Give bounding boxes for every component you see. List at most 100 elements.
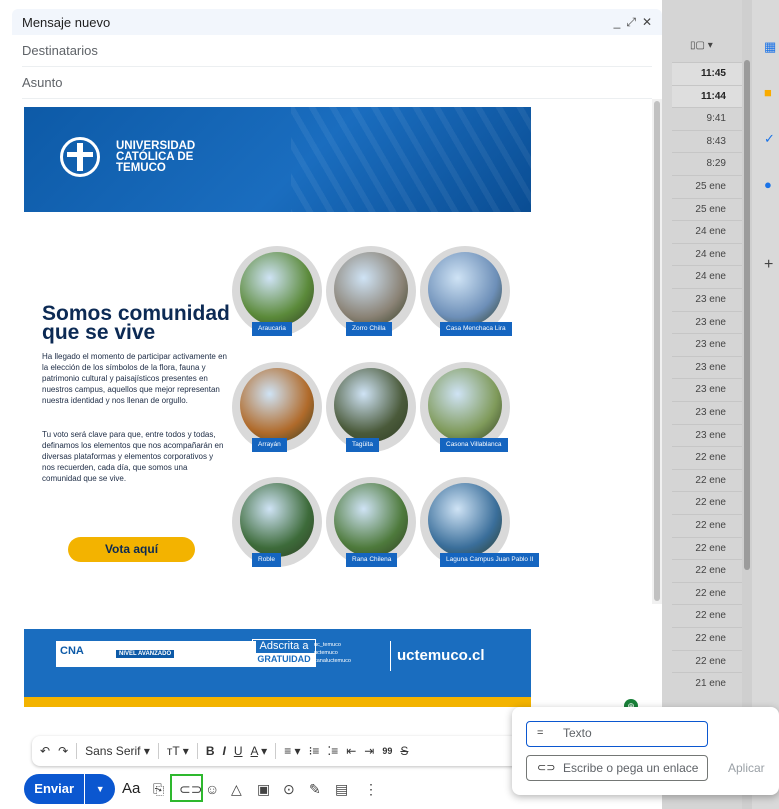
- inbox-row-time[interactable]: 8:29: [672, 152, 742, 175]
- photo-image: [334, 252, 408, 326]
- link-text-placeholder: Texto: [563, 726, 592, 740]
- inbox-row-time[interactable]: 22 ene: [672, 514, 742, 537]
- inbox-row-time[interactable]: 24 ene: [672, 265, 742, 288]
- link-text-input[interactable]: = Texto: [526, 721, 708, 747]
- inbox-row-time[interactable]: 22 ene: [672, 536, 742, 560]
- inbox-row-time[interactable]: 22 ene: [672, 581, 742, 605]
- email-banner: UNIVERSIDAD CATÓLICA DE TEMUCO: [24, 107, 531, 212]
- link-url-input[interactable]: ⊂⊃ Escribe o pega un enlace: [526, 755, 708, 781]
- attach-icon[interactable]: ⎘: [153, 779, 164, 799]
- send-options-icon[interactable]: ▼: [85, 774, 115, 804]
- drive-icon[interactable]: △: [231, 779, 242, 799]
- symbol-photo: Casa Menchaca Lira: [420, 246, 512, 336]
- photo-image: [240, 483, 314, 557]
- inbox-row-time[interactable]: 22 ene: [672, 604, 742, 627]
- expand-icon[interactable]: ⤢: [626, 15, 636, 30]
- inbox-row-time[interactable]: 24 ene: [672, 220, 742, 243]
- inbox-row-time[interactable]: 23 ene: [672, 288, 742, 311]
- quote-icon[interactable]: 99: [382, 746, 392, 756]
- symbol-photo: Roble: [232, 477, 322, 567]
- link-url-placeholder: Escribe o pega un enlace: [563, 761, 699, 775]
- inbox-row-time[interactable]: 22 ene: [672, 491, 742, 514]
- emoji-icon[interactable]: ☺: [205, 779, 219, 799]
- inbox-row-time[interactable]: 23 ene: [672, 333, 742, 356]
- inbox-row-time[interactable]: 25 ene: [672, 175, 742, 198]
- inbox-row-time[interactable]: 11:44: [672, 84, 742, 108]
- inbox-row-time[interactable]: 23 ene: [672, 355, 742, 379]
- inbox-row-time[interactable]: 23 ene: [672, 401, 742, 424]
- photo-caption: Tagüita: [346, 438, 379, 452]
- add-addon-icon[interactable]: +: [764, 257, 773, 273]
- inbox-row-time[interactable]: 8:43: [672, 129, 742, 153]
- recipients-placeholder: Destinatarios: [22, 43, 98, 58]
- inbox-row-time[interactable]: 25 ene: [672, 197, 742, 221]
- minimize-icon[interactable]: _: [614, 15, 621, 30]
- bulleted-list-icon[interactable]: ⁚≡: [327, 744, 338, 758]
- inbox-row-time[interactable]: 22 ene: [672, 559, 742, 582]
- italic-icon[interactable]: I: [222, 744, 225, 758]
- photo-icon[interactable]: ▣: [257, 779, 270, 799]
- footer-divider: [390, 641, 391, 671]
- more-options-icon[interactable]: ⋮: [364, 779, 378, 799]
- inbox-row-time[interactable]: 24 ene: [672, 242, 742, 266]
- subject-field[interactable]: Asunto: [22, 67, 652, 99]
- calendar-icon[interactable]: ▦: [764, 40, 776, 54]
- photo-caption: Casona Villablanca: [440, 438, 508, 452]
- inbox-row-time[interactable]: 11:45: [672, 62, 742, 85]
- schedule-icon[interactable]: ▤: [335, 779, 348, 799]
- keep-icon[interactable]: ■: [764, 86, 772, 100]
- inbox-scroll-thumb[interactable]: [744, 60, 750, 570]
- font-select[interactable]: Sans Serif ▾: [85, 744, 150, 758]
- contacts-icon[interactable]: ●: [764, 178, 772, 192]
- inbox-row-time[interactable]: 9:41: [672, 107, 742, 130]
- website-link[interactable]: uctemuco.cl: [397, 647, 485, 664]
- footer-stripe: [24, 697, 531, 707]
- confidential-icon[interactable]: ⊙: [283, 779, 295, 799]
- recipients-field[interactable]: Destinatarios: [22, 35, 652, 67]
- cna-badge: CNA NIVEL AVANZADO: [56, 641, 256, 667]
- indent-more-icon[interactable]: ⇥: [364, 744, 374, 758]
- text-color-icon[interactable]: A ▾: [251, 744, 268, 758]
- inbox-row-time[interactable]: 22 ene: [672, 468, 742, 492]
- inbox-row-time[interactable]: 22 ene: [672, 627, 742, 650]
- apply-button[interactable]: Aplicar: [728, 761, 765, 775]
- undo-icon[interactable]: ↶: [40, 744, 50, 758]
- vote-button[interactable]: Vota aquí: [68, 537, 195, 562]
- inbox-row-time[interactable]: 22 ene: [672, 649, 742, 673]
- photo-caption: Rana Chilena: [346, 553, 398, 567]
- align-icon[interactable]: ≡ ▾: [284, 744, 300, 758]
- tasks-icon[interactable]: ✓: [764, 132, 775, 146]
- photo-image: [428, 368, 502, 442]
- inbox-row-time[interactable]: 23 ene: [672, 310, 742, 334]
- inbox-row-time[interactable]: 22 ene: [672, 446, 742, 469]
- photo-image: [428, 483, 502, 557]
- gratuidad-badge: Adscrita a GRATUIDAD: [252, 639, 316, 667]
- redo-icon[interactable]: ↷: [58, 744, 68, 758]
- formatting-options-icon[interactable]: Aa: [122, 779, 140, 799]
- photo-caption: Casa Menchaca Lira: [440, 322, 512, 336]
- inbox-row-time[interactable]: 21 ene: [672, 672, 742, 695]
- photo-caption: Laguna Campus Juan Pablo II: [440, 553, 540, 567]
- underline-icon[interactable]: U: [234, 744, 243, 758]
- side-panel: [752, 0, 779, 809]
- compose-title: Mensaje nuevo: [22, 14, 111, 30]
- university-logo-icon: [60, 137, 100, 177]
- strikethrough-icon[interactable]: S: [400, 744, 408, 758]
- close-icon[interactable]: ✕: [642, 15, 652, 30]
- subject-placeholder: Asunto: [22, 75, 63, 90]
- body-scroll-thumb[interactable]: [654, 101, 660, 601]
- font-size-icon[interactable]: тT ▾: [167, 744, 189, 758]
- signature-icon[interactable]: ✎: [309, 779, 321, 799]
- message-body[interactable]: UNIVERSIDAD CATÓLICA DE TEMUCO Somos com…: [12, 99, 662, 709]
- indent-less-icon[interactable]: ⇤: [346, 744, 356, 758]
- inbox-row-time[interactable]: 23 ene: [672, 423, 742, 447]
- symbol-photo: Rana Chilena: [326, 477, 416, 567]
- inbox-row-time[interactable]: 23 ene: [672, 378, 742, 401]
- numbered-list-icon[interactable]: ⁝≡: [309, 744, 320, 758]
- symbol-photo: Casona Villablanca: [420, 362, 510, 452]
- send-button[interactable]: Enviar: [24, 774, 85, 804]
- bold-icon[interactable]: B: [206, 744, 215, 758]
- link-highlight: [170, 774, 203, 802]
- link-popover: = Texto ⊂⊃ Escribe o pega un enlace Apli…: [512, 707, 779, 795]
- select-dropdown[interactable]: ▯▢ ▾: [690, 40, 713, 51]
